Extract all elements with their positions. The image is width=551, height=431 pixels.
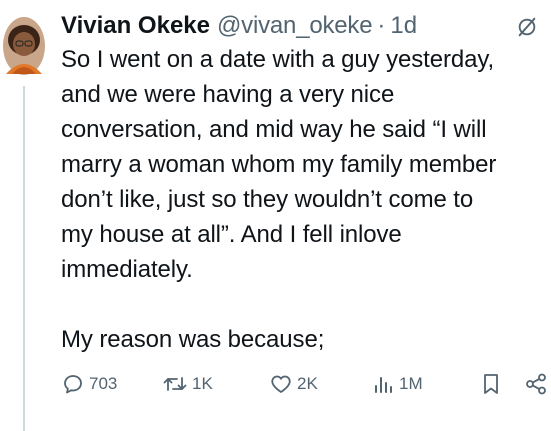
repost-count: 1K [192,374,213,393]
share-icon [526,373,546,395]
thread-line [23,86,25,431]
views-count: 1M [399,374,423,393]
reply-count: 703 [89,374,118,393]
like-button[interactable]: 2K [269,368,318,400]
tweet-header: Vivian Okeke @vivan_okeke · 1d [61,6,417,46]
reply-button[interactable]: 703 [61,368,117,400]
action-bar: 703 1K 2K 1M [61,368,551,400]
repost-button[interactable]: 1K [162,368,213,400]
views-icon [375,377,392,393]
bookmark-icon [484,374,498,394]
bookmark-button[interactable] [480,368,502,400]
author-name[interactable]: Vivian Okeke [61,6,210,46]
views-button[interactable]: 1M [371,368,423,400]
heart-icon [271,375,291,393]
repost-icon [163,377,187,391]
separator-dot: · [377,12,386,39]
reply-icon [64,375,82,394]
share-button[interactable] [524,368,548,400]
like-count: 2K [297,374,318,393]
timestamp[interactable]: 1d [390,6,417,46]
avatar[interactable] [2,16,46,76]
tweet-text: So I went on a date with a guy yesterday… [61,46,497,353]
grok-icon[interactable] [516,16,538,38]
tweet: Vivian Okeke @vivan_okeke · 1d So I went… [0,0,551,431]
author-handle[interactable]: @vivan_okeke [217,6,373,46]
